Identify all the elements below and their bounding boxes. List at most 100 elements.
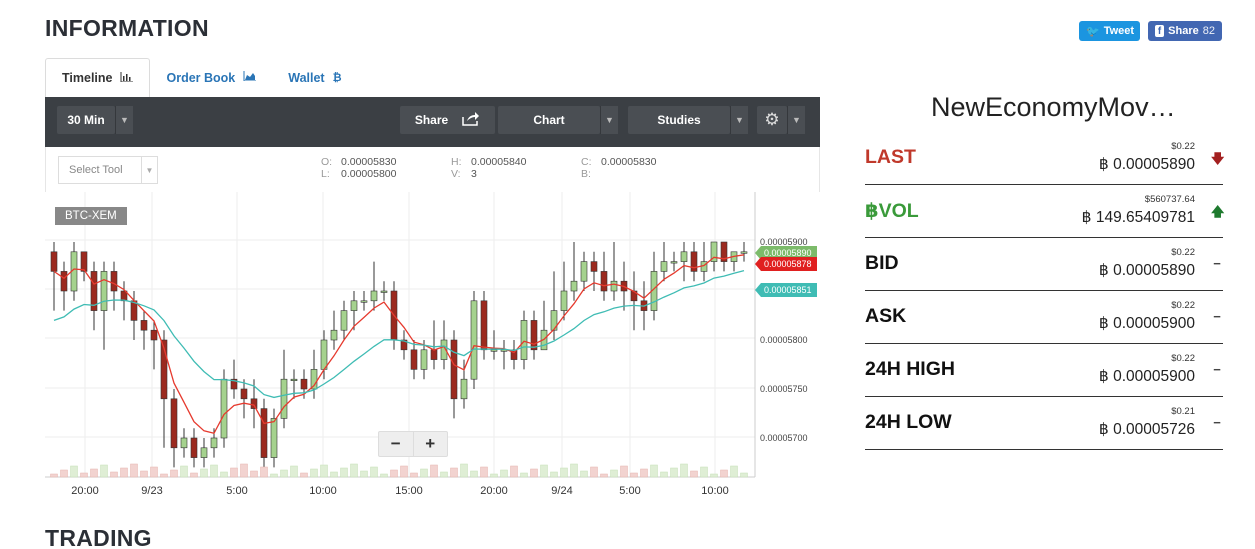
candle [410, 349, 418, 370]
volume-bar [330, 471, 338, 478]
stat-row: ฿VOL $560737.64 ฿ 149.65409781 🡅 [865, 185, 1224, 238]
candle [80, 251, 88, 272]
select-tool-caret-icon[interactable]: ▼ [141, 156, 158, 184]
candle [210, 437, 218, 449]
stat-value: 0.00005900 [1113, 368, 1195, 385]
volume-bar [70, 465, 78, 478]
studies-select[interactable]: Studies [628, 106, 730, 134]
stat-btc-value: ฿ 149.65409781 [1082, 208, 1195, 227]
volume-bar [720, 469, 728, 478]
ohlc-close-key: C: [581, 156, 592, 168]
interval-caret-icon[interactable]: ▼ [115, 106, 133, 134]
studies-caret-icon[interactable]: ▼ [730, 106, 748, 134]
volume-bar [430, 464, 438, 478]
bar-chart-icon [120, 71, 134, 85]
share-chart-button[interactable]: Share [400, 106, 495, 134]
ohlc-open-low: O: 0.00005830 L: 0.00005800 [321, 156, 396, 180]
volume-bar [610, 469, 618, 478]
gear-icon: ⚙ [764, 110, 780, 129]
select-tool-label: Select Tool [69, 164, 123, 176]
candle [380, 290, 388, 293]
bitcoin-icon: ฿ [1098, 156, 1109, 173]
volume-bar [50, 473, 58, 478]
ohlc-volume-key: V: [451, 168, 461, 180]
chart-type-select[interactable]: Chart [498, 106, 600, 134]
candle [740, 251, 748, 254]
bitcoin-icon: ฿ [1098, 421, 1109, 438]
volume-bar [380, 473, 388, 478]
volume-bar [410, 472, 418, 478]
stat-row: 24H LOW $0.21 ฿ 0.00005726 − [865, 397, 1223, 450]
volume-bar [220, 471, 228, 478]
volume-bar [490, 473, 498, 478]
tab-order-book[interactable]: Order Book [150, 58, 272, 97]
tweet-button[interactable]: 🐦 Tweet [1079, 21, 1140, 41]
chart-type-caret-icon[interactable]: ▼ [600, 106, 618, 134]
stat-value: 0.00005900 [1113, 315, 1195, 332]
ohlc-high-vol: H: 0.00005840 V: 3 [451, 156, 526, 180]
candle [560, 290, 568, 311]
volume-bar [190, 472, 198, 478]
facebook-share-button[interactable]: f Share 82 [1148, 21, 1222, 41]
candle [330, 329, 338, 341]
volume-bar [400, 465, 408, 478]
volume-bar [240, 463, 248, 478]
settings-caret-icon[interactable]: ▼ [787, 106, 805, 134]
volume-bar [530, 468, 538, 478]
settings-button[interactable]: ⚙ [757, 106, 787, 134]
volume-bar [560, 467, 568, 478]
volume-bar [470, 470, 478, 478]
candle [140, 320, 148, 331]
tab-wallet[interactable]: Wallet ₿ [272, 58, 357, 97]
stat-btc-value: ฿ 0.00005890 [1099, 261, 1195, 280]
volume-bar [630, 472, 638, 478]
candle [450, 339, 458, 400]
share-count: 82 [1202, 25, 1215, 37]
dash-icon: − [1213, 309, 1221, 324]
market-name: NewEconomyMov… [931, 92, 1176, 122]
candle [220, 378, 228, 439]
stat-value: 0.00005726 [1113, 421, 1195, 438]
stat-btc-value: ฿ 0.00005900 [1099, 367, 1195, 386]
candle [190, 437, 198, 458]
tab-timeline[interactable]: Timeline [45, 58, 151, 97]
price-chart[interactable]: 0.00005900 0.00005800 0.00005750 0.00005700… [45, 192, 820, 502]
interval-select[interactable]: 30 Min [57, 106, 115, 134]
stat-usd-value: $0.22 [1171, 300, 1195, 311]
candle [180, 437, 188, 449]
time-tick-label: 20:00 [71, 485, 99, 497]
time-tick-label: 10:00 [309, 485, 337, 497]
volume-bar [270, 473, 278, 478]
candle [520, 320, 528, 360]
time-tick-label: 15:00 [395, 485, 423, 497]
time-tick-label: 5:00 [619, 485, 640, 497]
volume-bar [480, 466, 488, 478]
stat-usd-value: $0.22 [1171, 247, 1195, 258]
zoom-controls: − + [378, 431, 448, 457]
volume-bar [130, 463, 138, 478]
tab-order-book-label: Order Book [166, 70, 236, 85]
stat-usd-value: $0.21 [1171, 406, 1195, 417]
stat-row: BID $0.22 ฿ 0.00005890 − [865, 238, 1223, 291]
volume-bar [570, 463, 578, 478]
volume-bar [550, 471, 558, 478]
volume-bar [230, 467, 238, 478]
ema-fast-line [53, 254, 745, 435]
candle [280, 378, 288, 419]
volume-bar [340, 467, 348, 478]
zoom-out-button[interactable]: − [379, 432, 414, 456]
candle [600, 271, 608, 292]
volume-bar [200, 468, 208, 478]
zoom-in-button[interactable]: + [414, 432, 448, 456]
chart-type-label: Chart [533, 113, 565, 127]
volume-bar [600, 473, 608, 478]
volume-bar [160, 473, 168, 478]
ohlc-close: 0.00005830 [601, 156, 657, 168]
share-arrow-icon [462, 111, 480, 129]
volume-bar [690, 470, 698, 478]
volume-bar [520, 472, 528, 478]
volume-bar [590, 466, 598, 478]
trading-section-title: TRADING [45, 525, 152, 549]
candle [430, 349, 438, 360]
volume-bar [740, 472, 748, 478]
